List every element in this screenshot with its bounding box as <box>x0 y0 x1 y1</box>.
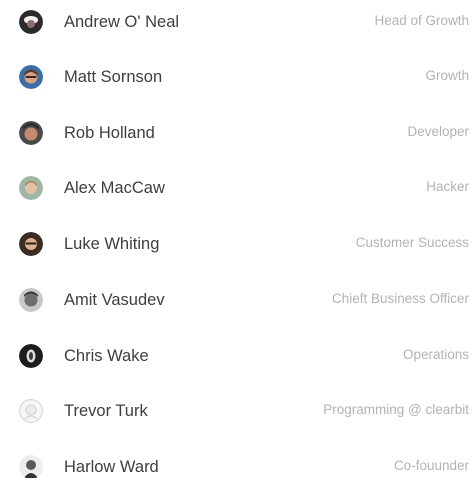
team-member-row[interactable]: Amit Vasudev Chieft Business Officer <box>0 280 474 320</box>
member-name: Matt Sornson <box>64 68 163 86</box>
member-role: Co-fouunder <box>393 458 469 473</box>
trevor-avatar <box>19 399 43 423</box>
team-member-row[interactable]: Chris Wake Operations <box>0 336 474 376</box>
amit-avatar <box>19 288 43 312</box>
team-member-row[interactable]: Luke Whiting Customer Success <box>0 224 474 264</box>
team-member-row[interactable]: Alex MacCaw Hacker <box>0 168 474 208</box>
member-role: Head of Growth <box>374 13 469 28</box>
andrew-avatar <box>19 10 43 34</box>
team-member-row[interactable]: Andrew O' Neal Head of Growth <box>0 2 474 42</box>
member-name: Andrew O' Neal <box>64 13 180 31</box>
member-name: Amit Vasudev <box>64 291 165 309</box>
luke-avatar <box>19 232 43 256</box>
matt-avatar <box>19 65 43 89</box>
member-name: Rob Holland <box>64 124 155 142</box>
team-member-row[interactable]: Trevor Turk Programming @ clearbit <box>0 391 474 431</box>
member-role: Developer <box>407 124 469 139</box>
member-role: Growth <box>425 68 469 83</box>
member-role: Operations <box>402 347 469 362</box>
harlow-avatar <box>19 455 43 479</box>
member-name: Alex MacCaw <box>64 179 165 197</box>
chris-avatar <box>19 344 43 368</box>
rob-avatar <box>19 121 43 145</box>
member-role: Programming @ clearbit <box>323 402 469 417</box>
alex-avatar <box>19 176 43 200</box>
member-role: Hacker <box>426 179 469 194</box>
member-name: Chris Wake <box>64 347 149 365</box>
team-list: Andrew O' Neal Head of Growth Matt Sorns… <box>0 0 474 494</box>
team-member-row[interactable]: Rob Holland Developer <box>0 113 474 153</box>
member-role: Chieft Business Officer <box>331 291 469 306</box>
member-role: Customer Success <box>355 235 469 250</box>
team-member-row[interactable]: Matt Sornson Growth <box>0 57 474 97</box>
member-name: Trevor Turk <box>64 402 148 420</box>
member-name: Luke Whiting <box>64 235 160 253</box>
member-name: Harlow Ward <box>64 458 159 476</box>
team-member-row[interactable]: Harlow Ward Co-fouunder <box>0 447 474 487</box>
